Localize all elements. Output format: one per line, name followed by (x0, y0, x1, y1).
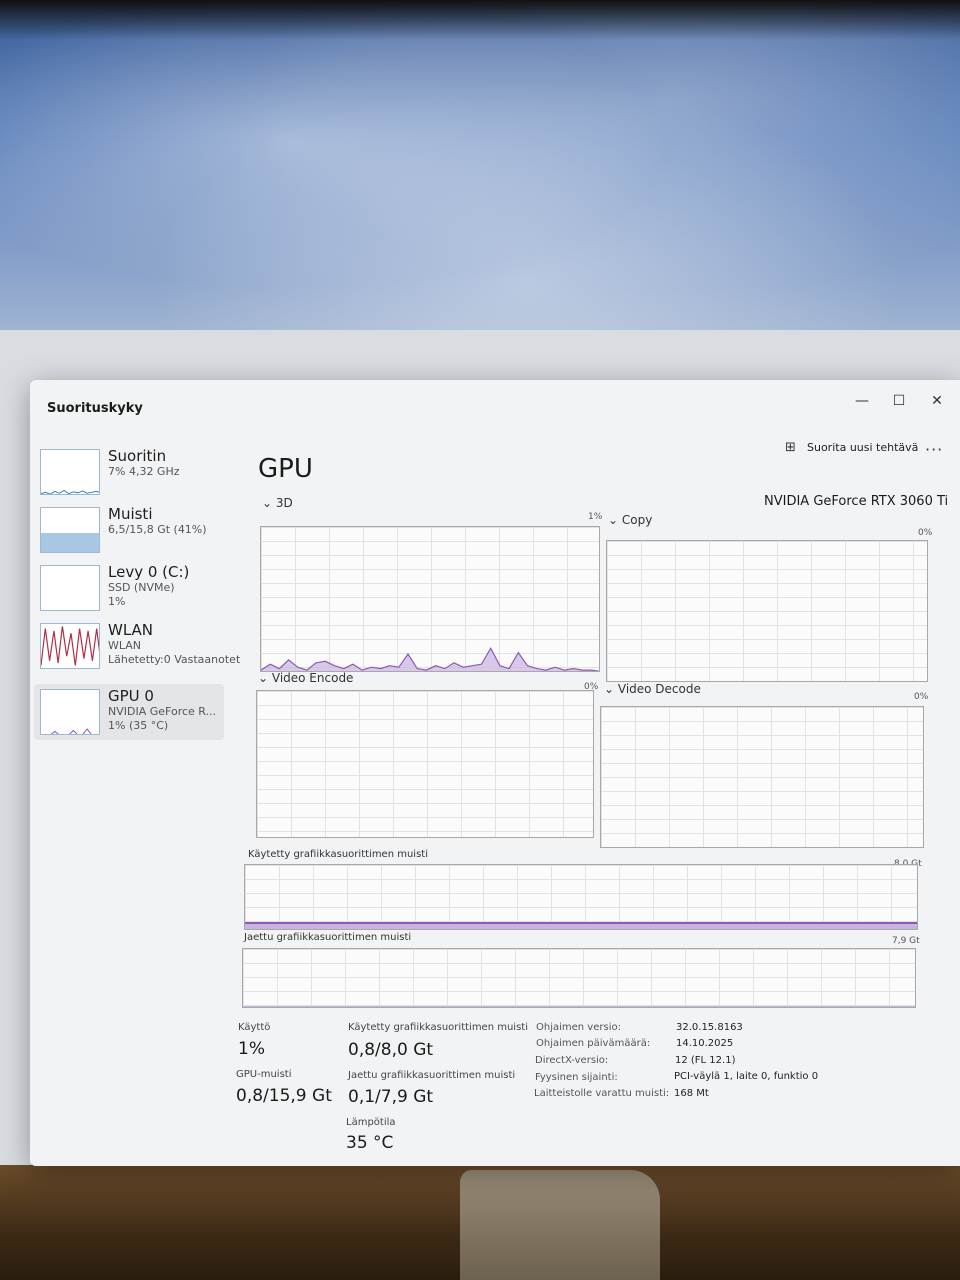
stat-temperature-value: 35 °C (346, 1133, 394, 1153)
graph-3d-plot (261, 646, 599, 671)
engine-percent-3d: 1% (588, 512, 603, 522)
graph-copy (606, 540, 928, 682)
sidebar-item-detail: NVIDIA GeForce R... (108, 705, 217, 718)
sidebar-item-detail: 7% 4,32 GHz (108, 465, 180, 478)
wlan-thumbnail-graph (40, 623, 100, 669)
detail-driver-date-value: 14.10.2025 (676, 1038, 734, 1049)
sidebar-item-disk[interactable]: Levy 0 (C:) SSD (NVMe) 1% (34, 560, 224, 616)
memory-thumbnail-graph (40, 507, 100, 553)
detail-directx-label: DirectX-versio: (535, 1055, 609, 1066)
stat-dedicated-label: Käytetty grafiikkasuorittimen muisti (348, 1022, 528, 1033)
engine-label: Video Encode (271, 671, 354, 685)
sidebar-item-gpu[interactable]: GPU 0 NVIDIA GeForce R... 1% (35 °C) (34, 684, 224, 740)
gpu-thumbnail-graph (40, 689, 100, 735)
sidebar-item-detail: Lähetetty:0 Vastaanotet (108, 653, 241, 666)
graph-video-encode (256, 690, 594, 838)
shared-memory-max: 7,9 Gt (892, 936, 920, 946)
window-title: Suorituskyky (47, 401, 143, 416)
sidebar-item-cpu[interactable]: Suoritin 7% 4,32 GHz (34, 444, 224, 500)
sidebar-item-label: GPU 0 (108, 687, 154, 705)
engine-percent-video-decode: 0% (914, 692, 929, 702)
sidebar-item-memory[interactable]: Muisti 6,5/15,8 Gt (41%) (34, 502, 224, 558)
stat-gpu-memory-label: GPU-muisti (236, 1069, 292, 1080)
dedicated-memory-label: Käytetty grafiikkasuorittimen muisti (248, 849, 428, 860)
sidebar-item-detail: WLAN (108, 639, 142, 652)
stat-temperature-label: Lämpötila (346, 1117, 396, 1128)
sidebar-item-detail: 1% (108, 595, 126, 608)
engine-percent-copy: 0% (918, 528, 933, 538)
engine-label: 3D (275, 496, 293, 510)
wlan-sparkline (41, 626, 99, 666)
page-title: GPU (258, 454, 313, 484)
background-photo-rock (460, 1170, 660, 1280)
engine-selector-copy[interactable]: ⌄ Copy (608, 513, 652, 527)
engine-label: Video Decode (617, 682, 701, 696)
detail-location-value: PCI-väylä 1, laite 0, funktio 0 (674, 1071, 819, 1082)
cpu-thumbnail-graph (40, 449, 100, 495)
detail-reserved-memory-label: Laitteistolle varattu muisti: (534, 1088, 670, 1099)
graph-3d (260, 526, 600, 672)
detail-driver-version-label: Ohjaimen versio: (536, 1022, 621, 1033)
dedicated-memory-fill (245, 922, 917, 929)
gpu-adapter-name: NVIDIA GeForce RTX 3060 Ti (764, 494, 949, 509)
sidebar-item-label: Suoritin (108, 447, 167, 465)
close-button[interactable]: ✕ (920, 388, 954, 414)
minimize-button[interactable]: — (845, 388, 879, 414)
sidebar-item-label: Levy 0 (C:) (108, 563, 190, 581)
stat-shared-value: 0,1/7,9 Gt (348, 1087, 434, 1107)
sidebar-item-label: WLAN (108, 621, 154, 639)
more-options-icon[interactable]: ··· (925, 440, 943, 459)
performance-sidebar: Suoritin 7% 4,32 GHz Muisti 6,5/15,8 Gt … (30, 440, 240, 770)
graph-video-decode (600, 706, 924, 848)
detail-reserved-memory-value: 168 Mt (674, 1088, 709, 1099)
stat-gpu-memory-value: 0,8/15,9 Gt (236, 1086, 332, 1106)
stat-dedicated-value: 0,8/8,0 Gt (348, 1040, 434, 1060)
maximize-button[interactable]: ☐ (882, 388, 916, 414)
shared-memory-graph (242, 948, 916, 1008)
cpu-sparkline (41, 489, 99, 494)
detail-driver-version-value: 32.0.15.8163 (676, 1022, 743, 1033)
stat-utilization-value: 1% (238, 1039, 265, 1059)
shared-memory-fill (243, 1006, 915, 1007)
graph-copy-plot (607, 541, 928, 682)
monitor-bezel (0, 0, 960, 40)
stat-utilization-label: Käyttö (238, 1022, 271, 1033)
shared-memory-label: Jaettu grafiikkasuorittimen muisti (244, 932, 412, 943)
disk-thumbnail-graph (40, 565, 100, 611)
engine-selector-video-encode[interactable]: ⌄ Video Encode (258, 671, 353, 685)
memory-fill (41, 533, 99, 552)
detail-driver-date-label: Ohjaimen päivämäärä: (536, 1038, 651, 1049)
sidebar-item-detail: 6,5/15,8 Gt (41%) (108, 523, 207, 536)
run-task-label: Suorita uusi tehtävä (807, 441, 919, 454)
title-bar[interactable]: Suorituskyky — ☐ ✕ (30, 380, 960, 420)
sidebar-item-wlan[interactable]: WLAN WLAN Lähetetty:0 Vastaanotet (34, 618, 240, 674)
detail-location-label: Fyysinen sijainti: (535, 1072, 618, 1083)
engine-label: Copy (621, 513, 653, 527)
sidebar-item-label: Muisti (108, 505, 153, 523)
dedicated-memory-graph (244, 864, 918, 930)
detail-directx-value: 12 (FL 12.1) (675, 1055, 736, 1066)
gpu-sparkline (50, 728, 92, 734)
task-manager-window: Suorituskyky — ☐ ✕ Suoritin 7% 4,32 GHz … (30, 380, 960, 1166)
sidebar-item-detail: SSD (NVMe) (108, 581, 175, 594)
sidebar-item-detail: 1% (35 °C) (108, 719, 169, 732)
stat-shared-label: Jaettu grafiikkasuorittimen muisti (348, 1070, 516, 1081)
engine-selector-video-decode[interactable]: ⌄ Video Decode (604, 682, 701, 696)
run-task-icon: ⊞ (785, 440, 796, 455)
engine-selector-3d[interactable]: ⌄ 3D (262, 496, 293, 510)
